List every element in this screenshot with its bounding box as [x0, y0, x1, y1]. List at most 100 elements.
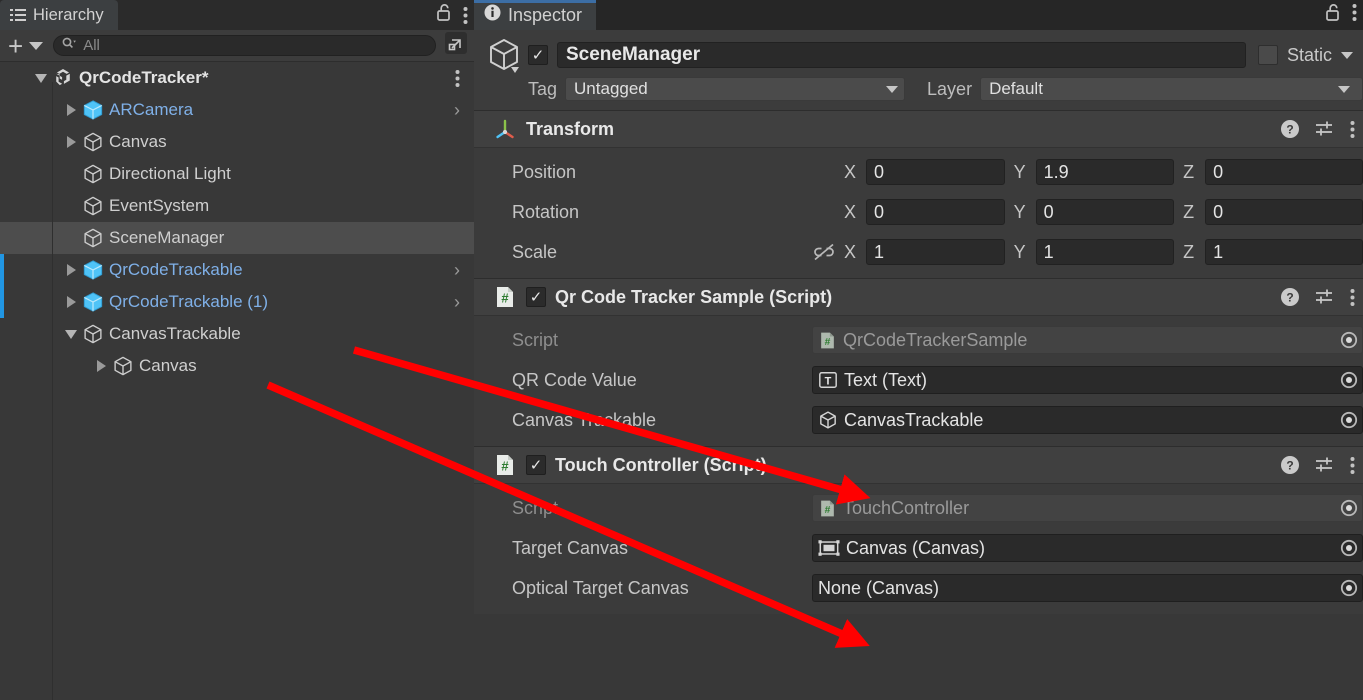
kebab-menu-icon[interactable] — [1350, 120, 1355, 139]
search-input[interactable]: All — [53, 35, 436, 56]
kebab-menu-icon[interactable] — [455, 69, 460, 88]
hierarchy-item-arcamera[interactable]: ARCamera › — [0, 94, 474, 126]
static-checkbox[interactable] — [1257, 45, 1278, 65]
component-enabled-checkbox[interactable]: ✓ — [526, 455, 546, 475]
preset-sliders-icon[interactable] — [1314, 119, 1336, 139]
property-label: Position — [512, 161, 577, 182]
hierarchy-item-label: Canvas — [139, 356, 197, 375]
transform-scale-x-field[interactable]: 1 — [866, 239, 1005, 265]
hierarchy-item-eventsystem[interactable]: EventSystem — [0, 190, 474, 222]
prefab-indicator — [0, 286, 4, 318]
component-touch-controller-script: # ✓ Touch Controller (Script) ? Script # … — [474, 446, 1363, 614]
object-field: # TouchController — [812, 494, 1363, 522]
prefab-indicator — [0, 254, 4, 286]
tab-hierarchy[interactable]: Hierarchy — [0, 0, 118, 30]
hierarchy-item-qrcodetrackable[interactable]: QrCodeTrackable › — [0, 254, 474, 286]
chevron-right-icon[interactable]: › — [454, 100, 460, 121]
help-icon[interactable]: ? — [1280, 119, 1300, 139]
chevron-down-icon[interactable] — [1341, 51, 1353, 59]
search-placeholder: All — [83, 37, 100, 54]
object-field[interactable]: CanvasTrackable — [812, 406, 1363, 434]
chevron-right-icon[interactable] — [60, 136, 82, 148]
hierarchy-item-canvas[interactable]: Canvas — [0, 350, 474, 382]
kebab-menu-icon[interactable] — [1350, 288, 1355, 307]
object-field-value: CanvasTrackable — [844, 409, 984, 430]
transform-rotation-x-field[interactable]: 0 — [866, 199, 1005, 225]
chevron-down-icon[interactable] — [30, 73, 52, 83]
chevron-right-icon[interactable] — [60, 264, 82, 276]
transform-rotation-z-field[interactable]: 0 — [1205, 199, 1363, 225]
chevron-down-icon[interactable] — [29, 41, 44, 50]
chevron-right-icon[interactable] — [60, 296, 82, 308]
svg-text:#: # — [501, 291, 509, 306]
object-field[interactable]: T Text (Text) — [812, 366, 1363, 394]
open-in-new-window-icon[interactable] — [444, 31, 468, 60]
object-picker-icon[interactable] — [1339, 578, 1359, 598]
component-header[interactable]: # ✓ Qr Code Tracker Sample (Script) ? — [474, 279, 1363, 316]
object-picker-icon[interactable] — [1339, 330, 1359, 350]
gameobject-cube-icon — [82, 131, 104, 153]
object-field[interactable]: None (Canvas) — [812, 574, 1363, 602]
hierarchy-item-canvas[interactable]: Canvas — [0, 126, 474, 158]
csharp-script-icon: # — [493, 285, 517, 309]
chevron-right-icon[interactable] — [60, 104, 82, 116]
transform-position-y-field[interactable]: 1.9 — [1035, 159, 1175, 185]
component-list: Transform ? Position X 0Y 1.9 Z 0 Rotation… — [474, 110, 1363, 614]
object-picker-icon[interactable] — [1339, 410, 1359, 430]
chevron-right-icon[interactable]: › — [454, 260, 460, 281]
hierarchy-item-qrcodetracker[interactable]: QrCodeTracker* — [0, 62, 474, 94]
gameobject-cube-icon — [818, 410, 838, 430]
axis-label-y: Y — [1013, 161, 1026, 182]
tab-inspector[interactable]: Inspector — [474, 0, 597, 30]
component-enabled-checkbox[interactable]: ✓ — [526, 287, 546, 307]
transform-scale-z-field[interactable]: 1 — [1205, 239, 1363, 265]
gameobject-enabled-checkbox[interactable]: ✓ — [528, 45, 548, 65]
tag-dropdown[interactable]: Untagged — [565, 77, 906, 101]
prefab-cube-icon — [82, 99, 104, 121]
transform-axis-icon — [493, 117, 517, 141]
chevron-right-icon[interactable]: › — [454, 292, 460, 313]
hierarchy-item-canvastrackable[interactable]: CanvasTrackable — [0, 318, 474, 350]
gameobject-name-field[interactable]: SceneManager — [557, 42, 1246, 68]
hierarchy-item-qrcodetrackable-1[interactable]: QrCodeTrackable (1) › — [0, 286, 474, 318]
unlinked-chain-icon[interactable] — [812, 242, 836, 262]
help-icon[interactable]: ? — [1280, 287, 1300, 307]
object-picker-icon[interactable] — [1339, 538, 1359, 558]
preset-sliders-icon[interactable] — [1314, 287, 1336, 307]
kebab-menu-icon[interactable] — [1352, 3, 1357, 27]
chevron-right-icon[interactable] — [90, 360, 112, 372]
text-component-icon: T — [818, 370, 838, 390]
preset-sliders-icon[interactable] — [1314, 455, 1336, 475]
object-picker-icon[interactable] — [1339, 498, 1359, 518]
transform-position-z-field[interactable]: 0 — [1205, 159, 1363, 185]
kebab-menu-icon[interactable] — [1350, 456, 1355, 475]
help-icon[interactable]: ? — [1280, 455, 1300, 475]
kebab-menu-icon[interactable] — [463, 6, 468, 25]
gameobject-cube-icon — [82, 227, 104, 249]
object-field[interactable]: Canvas (Canvas) — [812, 534, 1363, 562]
chevron-down-icon — [1338, 85, 1350, 93]
hierarchy-tabbar: Hierarchy — [0, 0, 474, 30]
field-row: Canvas Trackable CanvasTrackable — [474, 400, 1363, 440]
hierarchy-item-directional-light[interactable]: Directional Light — [0, 158, 474, 190]
hierarchy-indent-guide — [52, 82, 53, 700]
gameobject-header: ✓ SceneManager Static Tag Untagged Layer… — [474, 30, 1363, 110]
unlocked-padlock-icon[interactable] — [436, 3, 453, 27]
layer-dropdown[interactable]: Default — [980, 77, 1363, 101]
transform-scale-y-field[interactable]: 1 — [1035, 239, 1175, 265]
component-header[interactable]: Transform ? — [474, 111, 1363, 148]
component-header[interactable]: # ✓ Touch Controller (Script) ? — [474, 447, 1363, 484]
add-gameobject-button[interactable]: + — [6, 33, 25, 59]
property-label: Canvas Trackable — [512, 409, 657, 430]
transform-position-x-field[interactable]: 0 — [866, 159, 1005, 185]
hierarchy-item-label: QrCodeTracker* — [79, 68, 209, 87]
axis-label-x: X — [844, 161, 857, 182]
hierarchy-item-scenemanager[interactable]: SceneManager — [0, 222, 474, 254]
property-label: Script — [512, 497, 559, 518]
transform-rotation-y-field[interactable]: 0 — [1035, 199, 1175, 225]
chevron-down-icon[interactable] — [60, 329, 82, 339]
object-picker-icon[interactable] — [1339, 370, 1359, 390]
transform-row-rotation: Rotation X 0Y 0Z 0 — [474, 192, 1363, 232]
unlocked-padlock-icon[interactable] — [1325, 3, 1342, 27]
chevron-down-icon — [886, 85, 899, 93]
